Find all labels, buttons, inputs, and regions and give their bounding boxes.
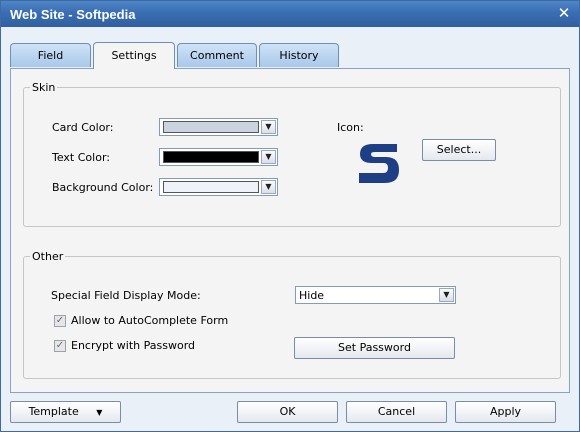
display-mode-select[interactable]: Hide ▼ xyxy=(295,286,456,304)
text-color-picker[interactable]: ▼ xyxy=(159,148,278,166)
card-color-picker[interactable]: ▼ xyxy=(159,118,278,136)
settings-panel: Skin Card Color: ▼ Text Color: ▼ Backgro… xyxy=(10,68,570,393)
cancel-button[interactable]: Cancel xyxy=(346,401,447,423)
template-button[interactable]: Template ▼ xyxy=(10,401,121,423)
background-color-swatch xyxy=(163,181,259,193)
card-color-label: Card Color: xyxy=(52,121,114,134)
display-mode-label: Special Field Display Mode: xyxy=(51,289,201,302)
other-legend: Other xyxy=(32,250,64,263)
card-color-swatch xyxy=(163,121,259,133)
title-bar[interactable]: Web Site - Softpedia ✕ xyxy=(1,1,579,27)
tab-comment[interactable]: Comment xyxy=(177,43,257,67)
window-title: Web Site - Softpedia xyxy=(10,7,136,22)
text-color-swatch xyxy=(163,151,259,163)
display-mode-value: Hide xyxy=(299,289,325,302)
icon-label: Icon: xyxy=(337,121,364,134)
skin-legend: Skin xyxy=(32,81,56,94)
chevron-down-icon[interactable]: ▼ xyxy=(439,288,454,302)
ok-button[interactable]: OK xyxy=(237,401,338,423)
chevron-down-icon[interactable]: ▼ xyxy=(261,120,276,134)
autocomplete-label: Allow to AutoComplete Form xyxy=(71,314,229,327)
tab-field[interactable]: Field xyxy=(10,43,91,67)
background-color-picker[interactable]: ▼ xyxy=(159,178,278,196)
chevron-down-icon[interactable]: ▼ xyxy=(261,150,276,164)
encrypt-label: Encrypt with Password xyxy=(71,339,196,352)
set-password-button[interactable]: Set Password xyxy=(294,337,455,359)
select-icon-button[interactable]: Select... xyxy=(422,139,496,161)
chevron-down-icon: ▼ xyxy=(96,408,103,417)
template-button-label: Template xyxy=(28,405,79,418)
softpedia-s-icon xyxy=(359,144,399,183)
chevron-down-icon[interactable]: ▼ xyxy=(261,180,276,194)
dialog-window: Web Site - Softpedia ✕ Field Settings Co… xyxy=(0,0,580,432)
text-color-label: Text Color: xyxy=(52,151,110,164)
apply-button[interactable]: Apply xyxy=(455,401,556,423)
autocomplete-checkbox[interactable]: ✓ xyxy=(54,315,66,327)
tab-history[interactable]: History xyxy=(259,43,339,67)
background-color-label: Background Color: xyxy=(52,181,154,194)
close-icon[interactable]: ✕ xyxy=(555,5,573,22)
tab-settings[interactable]: Settings xyxy=(93,42,175,69)
encrypt-checkbox[interactable]: ✓ xyxy=(54,340,66,352)
